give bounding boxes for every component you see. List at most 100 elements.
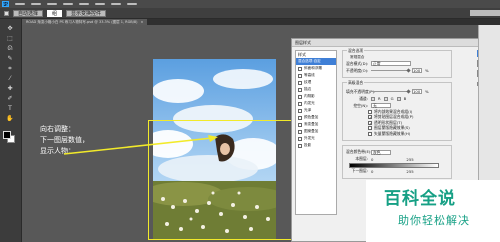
advanced-option-checkbox[interactable] <box>368 126 372 131</box>
blending-options-legend: 混合选项 <box>347 48 365 54</box>
style-checkbox[interactable] <box>298 73 302 78</box>
menu-item[interactable] <box>95 3 105 5</box>
style-list-item[interactable]: 颜色叠加 <box>296 114 336 121</box>
advanced-blending-legend: 高级混合 <box>347 80 365 86</box>
fill-opacity-slider[interactable] <box>371 88 411 94</box>
style-list-item-label: 样式 <box>298 51 306 57</box>
style-checkbox[interactable] <box>298 94 302 99</box>
style-list-item-label: 内阴影 <box>304 94 315 98</box>
style-list-item-label: 内发光 <box>304 101 315 105</box>
document-tab-label: ROAD 渐变小格小白 PS 练习人物特写.psd @ 33.3% (图层 1,… <box>26 19 138 24</box>
style-list-item[interactable]: 光泽 <box>296 107 336 114</box>
style-list-item[interactable]: 混合选项:自定 <box>296 58 336 65</box>
style-list-item[interactable]: 描边 <box>296 86 336 93</box>
style-checkbox[interactable] <box>298 66 302 71</box>
auto-select-button[interactable]: 自动选择 <box>13 9 44 17</box>
move-tool-icon[interactable]: ✥ <box>3 25 17 32</box>
style-list-item[interactable]: 内发光 <box>296 100 336 107</box>
menu-item[interactable] <box>127 3 137 5</box>
menu-item[interactable] <box>47 3 57 5</box>
menu-item[interactable] <box>63 3 73 5</box>
style-checkbox[interactable] <box>298 129 302 134</box>
style-list-item-label: 斜面和浮雕 <box>304 66 322 70</box>
advanced-blending-group: 高级混合 填充不透明度(F): 100 % 通道: R G B 挖空(N): 无 <box>342 80 452 141</box>
style-list-item[interactable]: 渐变叠加 <box>296 121 336 128</box>
foreground-color-swatch[interactable] <box>3 131 11 139</box>
brush-tool-icon[interactable]: ✐ <box>3 95 17 102</box>
advanced-option[interactable]: 矢量蒙版隐藏效果(H) <box>346 131 448 137</box>
next-layer-label: 下一图层: <box>351 168 368 173</box>
healing-brush-tool-icon[interactable]: ✚ <box>3 85 17 92</box>
blending-options-group: 混合选项 常规混合 混合模式(D): 正常 不透明度(O): 100 % <box>342 48 452 78</box>
style-list-item[interactable]: 等高线 <box>296 72 336 79</box>
style-list-item[interactable]: 外发光 <box>296 135 336 142</box>
eyedropper-tool-icon[interactable]: ⁄ <box>3 75 17 82</box>
blend-mode-label: 混合模式(D): <box>346 60 369 66</box>
style-list-item-label: 等高线 <box>304 73 315 77</box>
menu-item[interactable] <box>79 3 89 5</box>
type-tool-icon[interactable]: T <box>3 105 17 112</box>
style-checkbox[interactable] <box>298 143 302 148</box>
close-icon[interactable]: × <box>140 20 143 24</box>
marquee-tool-icon[interactable]: ⬚ <box>3 35 17 42</box>
photoshop-logo-icon: PS <box>2 1 9 7</box>
style-list-item[interactable]: 样式 <box>296 51 336 58</box>
blend-mode-select[interactable]: 正常 <box>371 61 411 66</box>
knockout-label: 挖空(N): <box>353 102 368 108</box>
channel-g-checkbox[interactable] <box>383 96 388 101</box>
advanced-option-checkbox[interactable] <box>368 131 372 136</box>
photoshop-window: PS 自动选择 组 显示变换控件 ✥ ⬚ ᘏ ✎ ⌗ ⁄ ✚ ✐ T ✋ ROA… <box>0 0 500 242</box>
menu-item[interactable] <box>111 3 121 5</box>
style-checkbox[interactable] <box>298 122 302 127</box>
group-select-button[interactable]: 组 <box>47 9 63 17</box>
blend-if-label: 混合颜色带(E): <box>346 149 372 154</box>
advanced-checklist: 将内部效果混合成组(I)将剪贴图层混合成组(P)透明形状图层(T)图层蒙版隐藏效… <box>346 109 448 137</box>
workspace-switcher[interactable] <box>470 10 500 16</box>
advanced-option-checkbox[interactable] <box>368 109 372 114</box>
advanced-option-label: 矢量蒙版隐藏效果(H) <box>374 130 411 136</box>
opacity-slider[interactable] <box>371 67 411 73</box>
style-checkbox[interactable] <box>298 136 302 141</box>
style-list-item[interactable]: 投影 <box>296 142 336 149</box>
lasso-tool-icon[interactable]: ᘏ <box>3 45 17 52</box>
style-list-item-label: 图案叠加 <box>304 129 319 133</box>
auto-select-checkbox[interactable] <box>4 10 9 16</box>
opacity-input[interactable]: 100 <box>412 68 422 73</box>
advanced-option-checkbox[interactable] <box>368 115 372 120</box>
dialog-title: 图层样式 <box>292 39 499 47</box>
menu-item[interactable] <box>15 3 25 5</box>
quick-select-tool-icon[interactable]: ✎ <box>3 55 17 62</box>
this-layer-low: 0 <box>371 156 374 162</box>
style-checkbox[interactable] <box>298 80 302 85</box>
right-panel <box>478 25 500 180</box>
menu-item[interactable] <box>31 3 41 5</box>
knockout-select[interactable]: 无 <box>371 103 391 108</box>
this-layer-high: 255 <box>406 156 414 162</box>
style-list-item[interactable]: 纹理 <box>296 79 336 86</box>
style-list-item-label: 光泽 <box>304 108 312 112</box>
style-checkbox[interactable] <box>298 115 302 120</box>
opacity-label: 不透明度(O): <box>346 67 369 73</box>
fill-opacity-label: 填充不透明度(F): <box>346 88 376 94</box>
advanced-option-checkbox[interactable] <box>368 120 372 125</box>
style-list-item-label: 渐变叠加 <box>304 122 319 126</box>
blend-if-group: 混合颜色带(E): 灰色 本图层: 0 255 下一图层: 0 255 <box>342 144 452 179</box>
menu-bar: PS <box>0 0 500 8</box>
channel-b-checkbox[interactable] <box>396 96 401 101</box>
channel-r-checkbox[interactable] <box>371 96 375 101</box>
crop-tool-icon[interactable]: ⌗ <box>3 65 17 72</box>
style-checkbox[interactable] <box>298 101 302 106</box>
hand-tool-icon[interactable]: ✋ <box>3 115 17 122</box>
style-list: 样式 混合选项:自定 斜面和浮雕等高线纹理 描边内阴影内发光光泽颜色叠加 渐变叠加图案叠… <box>295 50 337 215</box>
style-checkbox[interactable] <box>298 108 302 113</box>
style-list-item-label: 描边 <box>304 87 312 91</box>
style-checkbox[interactable] <box>298 87 302 92</box>
fill-opacity-input[interactable]: 100 <box>412 89 422 94</box>
blend-if-select[interactable]: 灰色 <box>371 149 391 155</box>
show-transform-controls-button[interactable]: 显示变换控件 <box>66 9 107 17</box>
style-list-item[interactable]: 图案叠加 <box>296 128 336 135</box>
watermark-title: 百科全说 <box>384 189 456 209</box>
annotation-arrow-icon <box>63 135 218 155</box>
style-list-item[interactable]: 内阴影 <box>296 93 336 100</box>
style-list-item[interactable]: 斜面和浮雕 <box>296 65 336 72</box>
